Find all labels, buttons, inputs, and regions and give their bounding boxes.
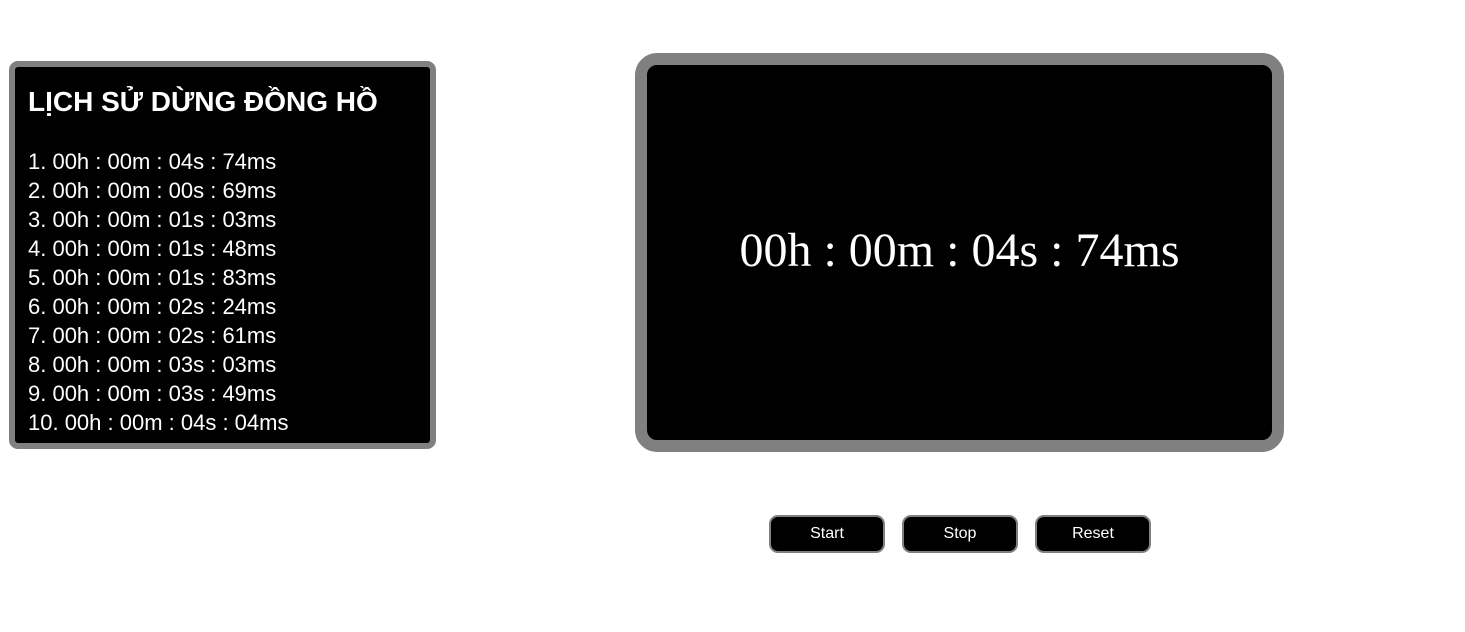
history-item: 7. 00h : 00m : 02s : 61ms (28, 323, 277, 348)
history-item: 8. 00h : 00m : 03s : 03ms (28, 352, 277, 377)
start-button[interactable]: Start (769, 515, 885, 553)
history-item: 1. 00h : 00m : 04s : 74ms (28, 149, 277, 174)
history-item: 9. 00h : 00m : 03s : 49ms (28, 381, 277, 406)
history-item: 2. 00h : 00m : 00s : 69ms (28, 178, 277, 203)
history-item: 5. 00h : 00m : 01s : 83ms (28, 265, 277, 290)
history-list: 1. 00h : 00m : 04s : 74ms 2. 00h : 00m :… (28, 147, 288, 437)
history-item: 6. 00h : 00m : 02s : 24ms (28, 294, 277, 319)
reset-button[interactable]: Reset (1035, 515, 1151, 553)
stopwatch-time: 00h : 00m : 04s : 74ms (739, 224, 1180, 277)
history-title: LỊCH SỬ DỪNG ĐỒNG HỒ (28, 86, 378, 117)
stop-history-panel: LỊCH SỬ DỪNG ĐỒNG HỒ 1. 00h : 00m : 04s … (9, 61, 436, 449)
stopwatch-display: 00h : 00m : 04s : 74ms (635, 53, 1284, 452)
stop-button[interactable]: Stop (902, 515, 1018, 553)
history-item: 3. 00h : 00m : 01s : 03ms (28, 207, 277, 232)
history-item: 10. 00h : 00m : 04s : 04ms (28, 410, 289, 435)
history-item: 4. 00h : 00m : 01s : 48ms (28, 236, 277, 261)
